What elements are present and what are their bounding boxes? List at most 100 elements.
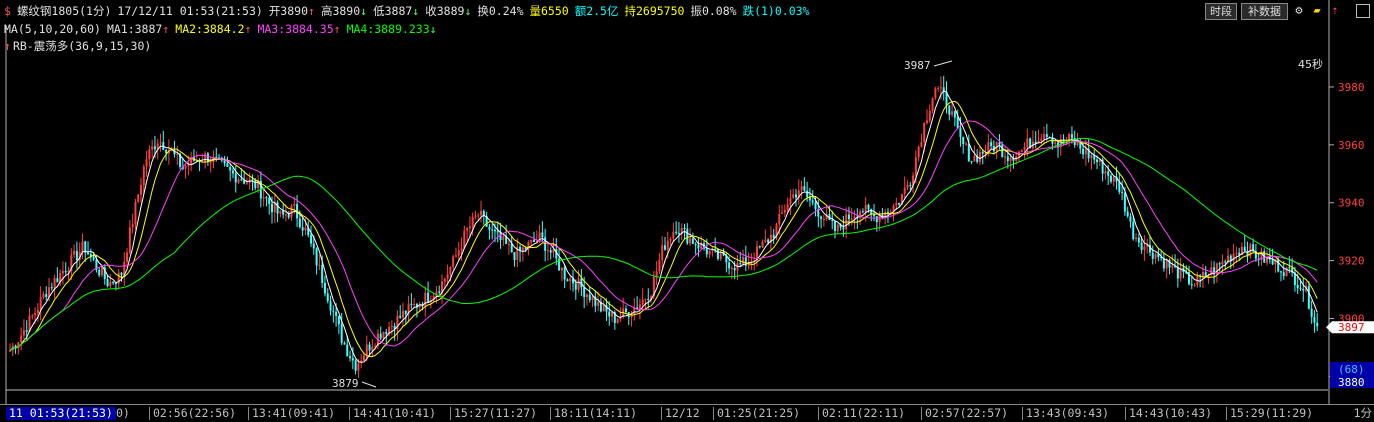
candle-body bbox=[1218, 263, 1221, 265]
price-chart[interactable]: 3880390039203940396039803987387945秒3897(… bbox=[0, 0, 1374, 404]
candle-body bbox=[427, 292, 430, 303]
window-restore-icon[interactable] bbox=[1356, 4, 1370, 18]
candle-body bbox=[920, 142, 923, 147]
candle-body bbox=[886, 211, 889, 213]
candle-body bbox=[898, 202, 901, 205]
min-price-leader bbox=[361, 381, 377, 388]
candle-body bbox=[728, 262, 731, 269]
candle-body bbox=[1190, 284, 1193, 286]
candle-body bbox=[1165, 259, 1168, 269]
candle-body bbox=[351, 358, 354, 361]
candle-body bbox=[321, 264, 324, 284]
candle-body bbox=[215, 156, 218, 158]
candle-body bbox=[468, 226, 471, 229]
candle-body bbox=[231, 170, 234, 174]
candle-body bbox=[1154, 253, 1157, 259]
candle-body bbox=[795, 194, 797, 198]
low-value: 低3887 bbox=[373, 4, 413, 18]
candle-body bbox=[931, 98, 934, 111]
candle-body bbox=[1271, 259, 1274, 265]
candle-body bbox=[474, 216, 477, 218]
candle-body bbox=[867, 204, 870, 210]
candle-body bbox=[368, 344, 371, 351]
candle-body bbox=[1137, 237, 1140, 243]
candle-body bbox=[165, 149, 168, 154]
candle-body bbox=[647, 298, 650, 300]
bottom-price-label: 3880 bbox=[1338, 376, 1365, 389]
candle-body bbox=[507, 243, 510, 245]
candle-body bbox=[764, 239, 767, 242]
ma1-line bbox=[9, 90, 1318, 363]
candle-body bbox=[1279, 271, 1282, 273]
candle-body bbox=[1204, 272, 1207, 277]
candle-body bbox=[446, 274, 449, 279]
time-tick: 15:27(11:27) bbox=[450, 407, 537, 420]
candle-body bbox=[803, 186, 806, 191]
arrow-down-icon: ↓ bbox=[412, 4, 420, 18]
candle-body bbox=[134, 201, 137, 225]
candle-body bbox=[1143, 246, 1146, 250]
gear-icon[interactable]: ⚙ bbox=[1292, 3, 1306, 18]
candle-body bbox=[140, 184, 142, 195]
candle-body bbox=[293, 204, 296, 206]
candle-body bbox=[847, 214, 850, 220]
candle-body bbox=[371, 346, 374, 351]
candle-body bbox=[1082, 148, 1085, 155]
candle-body bbox=[73, 250, 76, 255]
candle-body bbox=[1043, 134, 1046, 139]
candle-body bbox=[92, 256, 95, 260]
open-value: 开3890 bbox=[268, 4, 309, 18]
candle-body bbox=[22, 330, 25, 336]
candle-body bbox=[1121, 191, 1124, 193]
candle-body bbox=[310, 235, 313, 244]
candle-body bbox=[234, 173, 237, 183]
pin-icon[interactable]: ⇡ bbox=[1328, 3, 1342, 18]
candle-body bbox=[290, 205, 293, 218]
y-tick-label: 3920 bbox=[1338, 255, 1365, 268]
candle-body bbox=[683, 228, 686, 230]
candle-body bbox=[842, 227, 845, 230]
min-price-label: 3879 bbox=[332, 377, 359, 390]
candle-body bbox=[254, 179, 257, 189]
candle-body bbox=[1070, 134, 1073, 138]
candle-body bbox=[669, 238, 672, 241]
candle-body bbox=[719, 252, 722, 259]
candle-body bbox=[677, 232, 680, 235]
candle-body bbox=[926, 120, 928, 123]
fill-data-button[interactable]: 补数据 bbox=[1241, 3, 1288, 20]
timeshare-button[interactable]: 时段 bbox=[1205, 3, 1237, 20]
candle-body bbox=[326, 293, 329, 302]
candle-body bbox=[973, 155, 976, 162]
candle-body bbox=[1302, 289, 1305, 291]
candle-body bbox=[457, 250, 460, 256]
candle-body bbox=[265, 197, 268, 199]
arrow-down-icon: ↓ bbox=[360, 4, 368, 18]
candle-body bbox=[343, 342, 346, 345]
candle-body bbox=[524, 247, 527, 250]
datetime-label: 17/12/11 01:53(21:53) bbox=[117, 4, 263, 18]
candle-body bbox=[502, 236, 505, 241]
candle-body bbox=[834, 220, 837, 231]
candle-body bbox=[889, 211, 892, 213]
candle-body bbox=[948, 105, 951, 115]
candle-body bbox=[276, 202, 279, 214]
period-label[interactable]: 1分 bbox=[1354, 407, 1372, 420]
candle-body bbox=[126, 252, 129, 262]
candle-body bbox=[939, 87, 942, 89]
candle-body bbox=[998, 142, 1001, 145]
indicator-label: RB-震荡多(36,9,15,30) bbox=[12, 39, 152, 53]
candle-body bbox=[454, 255, 457, 257]
candle-body bbox=[1084, 148, 1087, 155]
candle-body bbox=[45, 293, 48, 298]
candle-body bbox=[903, 187, 906, 194]
ruler-icon[interactable]: ▰ bbox=[1310, 3, 1324, 18]
close-value: 收3889 bbox=[425, 4, 465, 18]
candle-body bbox=[98, 269, 101, 276]
candle-body bbox=[820, 216, 823, 220]
candle-body bbox=[1135, 237, 1138, 240]
candle-body bbox=[142, 166, 145, 185]
time-cursor-label: 11 01:53(21:53) bbox=[6, 407, 116, 420]
arrow-up-icon: ↑ bbox=[162, 22, 170, 36]
candle-body bbox=[251, 179, 254, 181]
candle-body bbox=[287, 214, 290, 218]
